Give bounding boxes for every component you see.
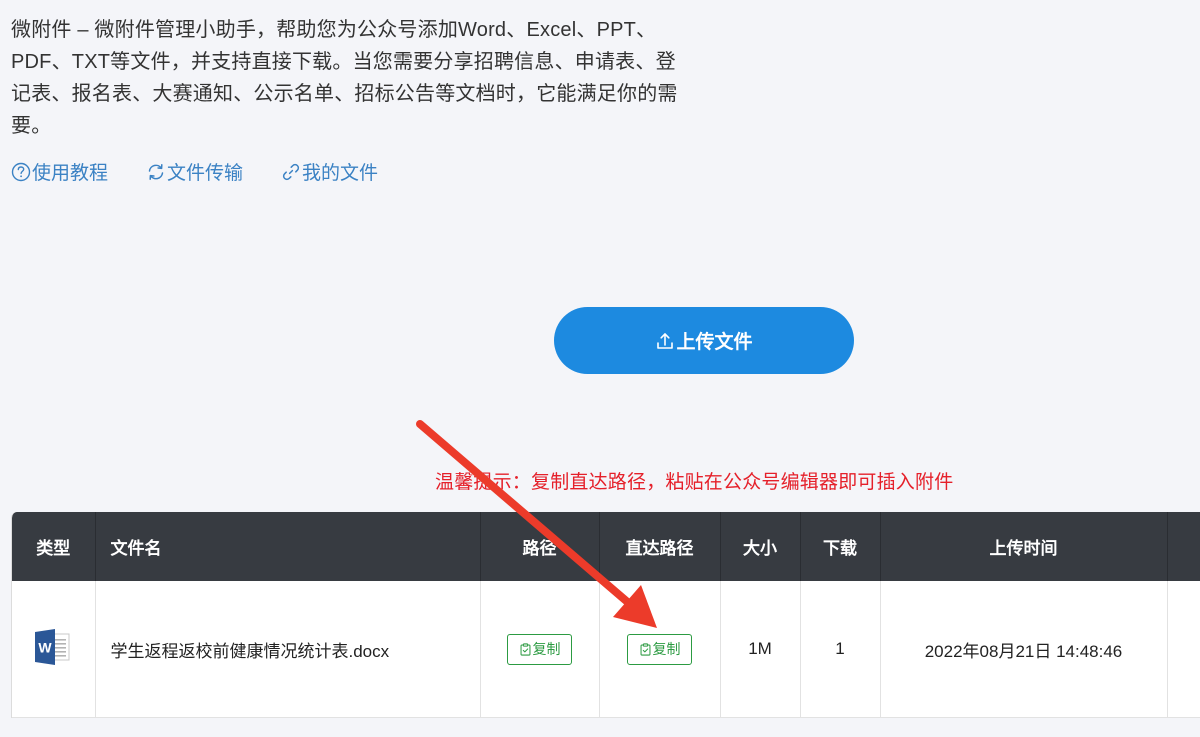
svg-text:W: W xyxy=(39,639,53,655)
downloads-cell: 1 xyxy=(800,581,881,718)
upload-icon xyxy=(657,332,674,349)
help-circle-icon xyxy=(11,162,31,181)
my-files-label: 我的文件 xyxy=(302,163,379,184)
size-cell: 1M xyxy=(720,581,801,718)
my-files-link[interactable]: 我的文件 xyxy=(281,158,378,185)
clipboard-icon xyxy=(640,642,650,656)
copy-path-label: 复制 xyxy=(532,641,561,657)
word-icon: W xyxy=(35,628,70,665)
direct-path-cell: 复制 xyxy=(599,581,721,718)
header-extra xyxy=(1167,512,1200,581)
copy-direct-path-label: 复制 xyxy=(652,641,681,657)
header-upload-time: 上传时间 xyxy=(880,512,1168,581)
header-type: 类型 xyxy=(12,512,96,581)
header-path: 路径 xyxy=(480,512,600,581)
copy-direct-path-button[interactable]: 复制 xyxy=(627,633,692,665)
tutorial-link[interactable]: 使用教程 xyxy=(11,158,108,185)
intro-text: 微附件 – 微附件管理小助手，帮助您为公众号添加Word、Excel、PPT、P… xyxy=(11,19,678,137)
transfer-label: 文件传输 xyxy=(167,163,244,184)
upload-file-button[interactable]: 上传文件 xyxy=(554,307,854,374)
path-cell: 复制 xyxy=(480,581,600,718)
header-filename: 文件名 xyxy=(95,512,481,581)
extra-cell xyxy=(1167,581,1200,718)
file-type-cell: W xyxy=(12,581,96,718)
link-icon xyxy=(282,163,300,180)
refresh-icon xyxy=(148,163,164,180)
nav-links: 使用教程 文件传输 我的文件 xyxy=(11,158,378,185)
table-row: W 学生返程返校前健康情况统计表.docx 复制 复制 1M 1 2022年08… xyxy=(12,581,1200,718)
file-name-cell: 学生返程返校前健康情况统计表.docx xyxy=(95,581,481,718)
transfer-link[interactable]: 文件传输 xyxy=(146,158,243,185)
table-header-row: 类型 文件名 路径 直达路径 大小 下载 上传时间 xyxy=(12,512,1200,581)
copy-path-button[interactable]: 复制 xyxy=(507,633,572,665)
clipboard-icon xyxy=(520,642,530,656)
upload-label: 上传文件 xyxy=(676,332,753,353)
file-table: 类型 文件名 路径 直达路径 大小 下载 上传时间 W 学生返程返校前健康情况统… xyxy=(11,512,1200,718)
warm-tip: 温馨提示：复制直达路径，粘贴在公众号编辑器即可插入附件 xyxy=(435,472,954,493)
header-direct-path: 直达路径 xyxy=(599,512,721,581)
upload-time-cell: 2022年08月21日 14:48:46 xyxy=(880,581,1168,718)
header-downloads: 下载 xyxy=(800,512,881,581)
header-size: 大小 xyxy=(720,512,801,581)
tutorial-label: 使用教程 xyxy=(32,163,109,184)
